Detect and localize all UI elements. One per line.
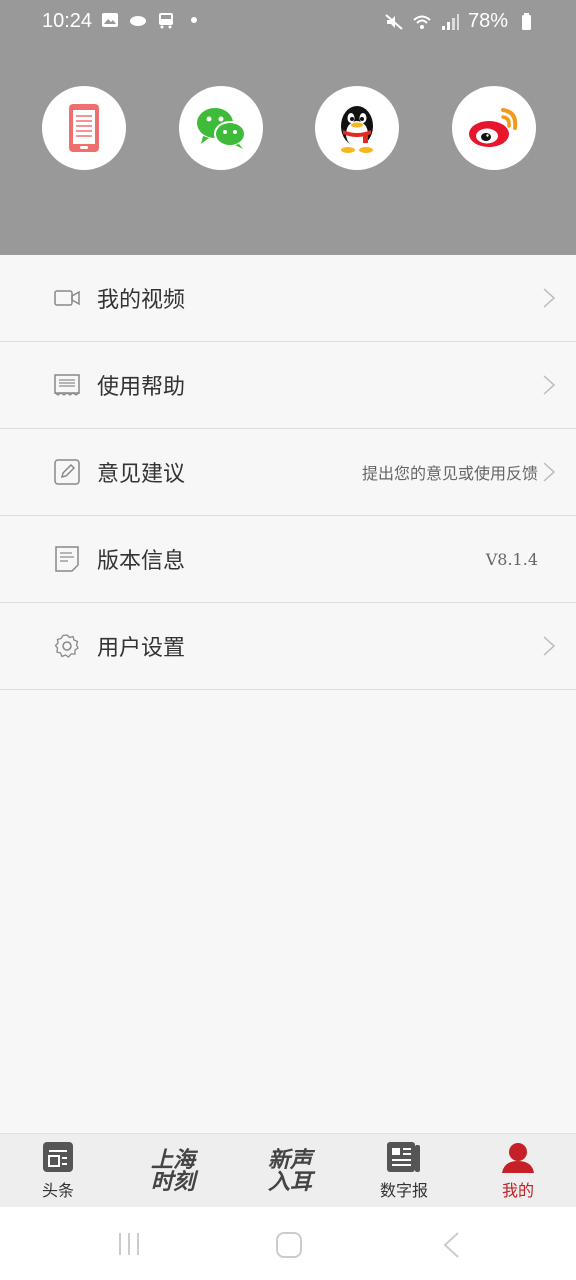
- home-button[interactable]: [275, 1231, 303, 1259]
- new-voice-logo: 新声 入耳: [268, 1149, 312, 1193]
- cloud-icon: [130, 16, 146, 26]
- system-nav-bar: [0, 1207, 576, 1280]
- tab-label: 我的: [501, 1181, 534, 1200]
- info-doc-icon: [53, 545, 81, 573]
- recent-apps-button[interactable]: [116, 1231, 142, 1257]
- notification-icons: [100, 10, 204, 30]
- wechat-login-button[interactable]: [179, 86, 263, 170]
- gallery-icon: [102, 13, 118, 27]
- status-bar: 10:24 78%: [0, 0, 576, 48]
- menu-label: 版本信息: [97, 549, 186, 574]
- menu-item-feedback[interactable]: 意见建议 提出您的意见或使用反馈: [0, 429, 576, 516]
- back-button[interactable]: [440, 1231, 462, 1259]
- wechat-icon: [197, 108, 246, 149]
- menu-list: 我的视频 使用帮助 意见建议 提出您的意见或使用反馈 版本信息 V8.1.4 用…: [0, 255, 576, 690]
- tab-headlines[interactable]: 头条: [28, 1134, 88, 1208]
- logo-line1: 上海: [150, 1147, 195, 1173]
- phone-icon: [69, 104, 99, 152]
- tab-label: 数字报: [379, 1181, 428, 1200]
- bus-icon: [159, 13, 173, 29]
- menu-item-version: 版本信息 V8.1.4: [0, 516, 576, 603]
- menu-item-my-videos[interactable]: 我的视频: [0, 255, 576, 342]
- wifi-icon: [413, 15, 431, 29]
- weibo-icon: [469, 108, 518, 147]
- status-time: 10:24: [42, 10, 93, 32]
- tab-digital-paper[interactable]: 数字报: [372, 1134, 436, 1208]
- user-icon: [502, 1143, 534, 1173]
- battery-percent: 78%: [467, 10, 508, 32]
- menu-item-settings[interactable]: 用户设置: [0, 603, 576, 690]
- menu-label: 意见建议: [97, 462, 186, 487]
- chevron-right-icon: [543, 375, 556, 395]
- shanghai-moment-logo: 上海 时刻: [151, 1149, 195, 1193]
- newspaper-icon: [387, 1142, 420, 1172]
- menu-label: 用户设置: [97, 636, 186, 661]
- logo-line2: 入耳: [267, 1169, 312, 1195]
- dot-icon: [191, 17, 197, 23]
- chevron-right-icon: [543, 288, 556, 308]
- chevron-right-icon: [543, 462, 556, 482]
- edit-icon: [53, 458, 81, 486]
- gear-icon: [53, 632, 81, 660]
- headlines-icon: [43, 1142, 73, 1172]
- help-doc-icon: [53, 371, 81, 399]
- logo-line2: 时刻: [150, 1169, 195, 1195]
- tab-shanghai-moment[interactable]: 上海 时刻: [138, 1134, 208, 1208]
- battery-icon: [522, 12, 531, 30]
- menu-item-help[interactable]: 使用帮助: [0, 342, 576, 429]
- chevron-right-icon: [543, 636, 556, 656]
- feedback-hint: 提出您的意见或使用反馈: [361, 464, 538, 483]
- video-icon: [53, 284, 81, 312]
- tab-label: 头条: [41, 1181, 74, 1200]
- bottom-nav: 头条 上海 时刻 新声 入耳 数字报 我的: [0, 1133, 576, 1207]
- mute-icon: [385, 13, 403, 30]
- signal-icon: [441, 13, 459, 30]
- phone-login-button[interactable]: [42, 86, 126, 170]
- status-right: 78%: [384, 10, 536, 33]
- tab-new-voice[interactable]: 新声 入耳: [252, 1134, 328, 1208]
- version-value: V8.1.4: [485, 549, 538, 569]
- login-options: [0, 86, 576, 170]
- menu-label: 使用帮助: [97, 375, 186, 400]
- logo-line1: 新声: [267, 1147, 312, 1173]
- qq-icon: [341, 106, 373, 153]
- profile-header: 10:24 78%: [0, 0, 576, 255]
- qq-login-button[interactable]: [315, 86, 399, 170]
- tab-mine[interactable]: 我的: [492, 1134, 544, 1208]
- weibo-login-button[interactable]: [452, 86, 536, 170]
- menu-label: 我的视频: [97, 288, 186, 313]
